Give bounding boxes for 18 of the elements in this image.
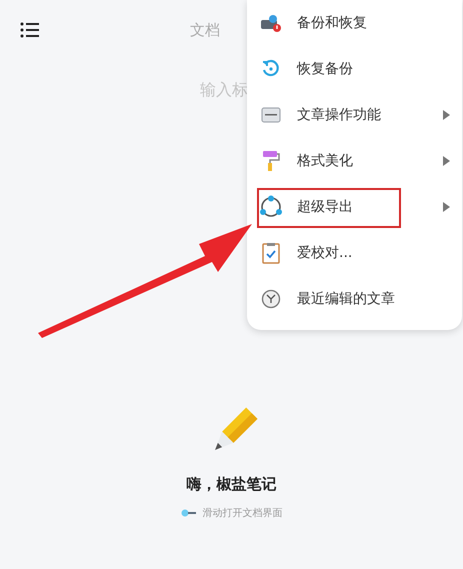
keyboard-key-icon (261, 107, 281, 123)
restore-icon (261, 59, 281, 79)
menu-item[interactable]: 备份和恢复 (247, 0, 462, 46)
swipe-hint: 滑动打开文档界面 (202, 506, 282, 520)
menu-item[interactable]: 格式美化 (247, 138, 462, 184)
clock-icon (261, 289, 281, 309)
share-circle-icon (259, 195, 283, 219)
menu-item[interactable]: 超级导出 (247, 184, 462, 230)
paint-roller-icon (262, 150, 280, 172)
clipboard-check-icon (262, 242, 280, 264)
menu-item[interactable]: 恢复备份 (247, 46, 462, 92)
menu-icon[interactable] (20, 22, 40, 38)
swipe-icon (180, 509, 196, 517)
menu-item[interactable]: 文章操作功能 (247, 92, 462, 138)
menu-item[interactable]: 爱校对... (247, 230, 462, 276)
cloud-drive-icon (260, 13, 282, 33)
welcome-title: 嗨，椒盐笔记 (186, 475, 276, 494)
menu-item[interactable]: 最近编辑的文章 (247, 276, 462, 322)
